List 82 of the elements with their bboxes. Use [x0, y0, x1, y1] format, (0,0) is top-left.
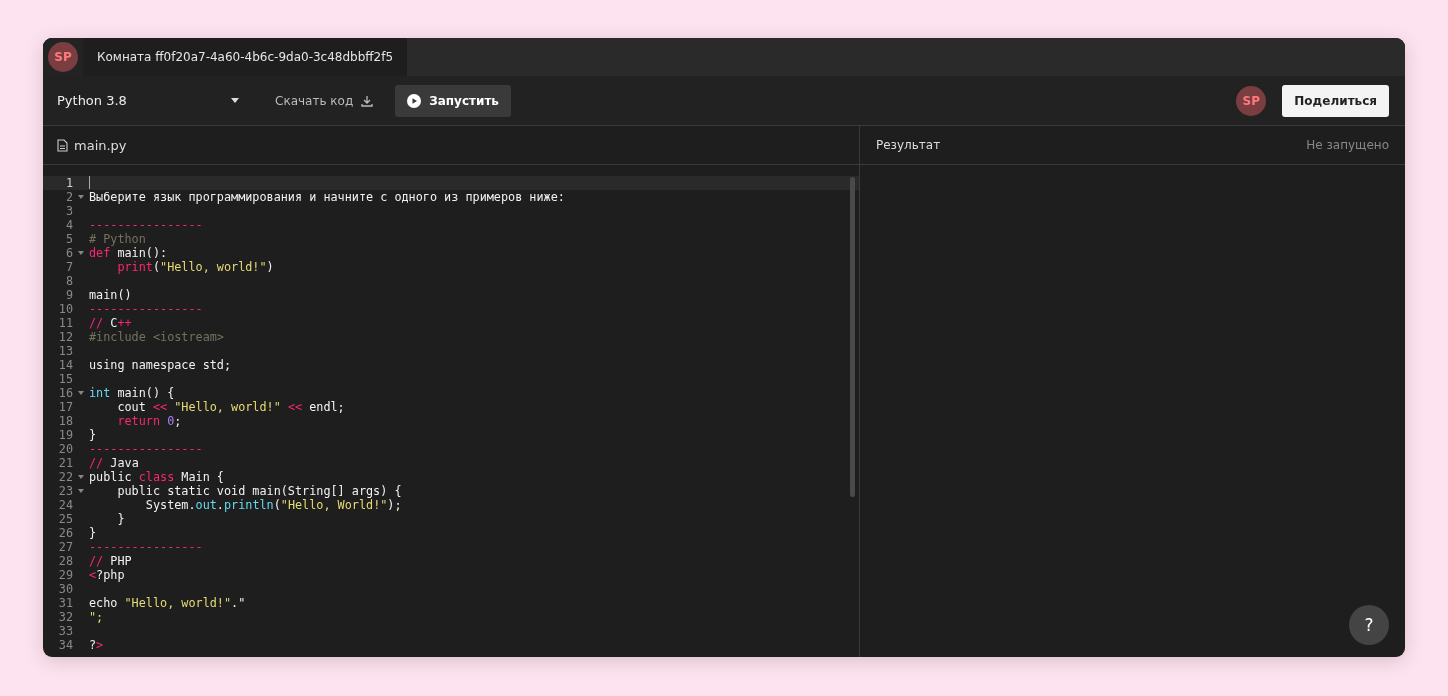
fold-caret-icon[interactable]: [78, 475, 84, 479]
download-icon: [361, 94, 374, 107]
line-number: 27: [57, 540, 73, 554]
code-line: ----------------: [89, 218, 203, 232]
code-line: ?>: [89, 638, 104, 652]
code-line: public static void main(String[] args) {: [116, 484, 402, 498]
run-status: Не запущено: [1306, 138, 1389, 152]
fold-caret-icon[interactable]: [78, 195, 84, 199]
code-line: ----------------: [89, 540, 203, 554]
line-number: 30: [57, 582, 73, 596]
user-avatar: SP: [1236, 85, 1267, 116]
line-number: 28: [57, 554, 73, 568]
line-number: 2: [64, 190, 73, 204]
line-number: 22: [57, 470, 73, 484]
line-number: 15: [57, 372, 73, 386]
line-number: 25: [57, 512, 73, 526]
code-line: using namespace std;: [89, 358, 232, 372]
code-line: Выберите язык программирования и начните с одного из примеров ниже:: [89, 190, 565, 204]
code-line: # Python: [89, 232, 146, 246]
line-number: 7: [64, 260, 73, 274]
line-number: 26: [57, 526, 73, 540]
line-number: 9: [64, 288, 73, 302]
download-button[interactable]: Скачать код: [269, 92, 380, 109]
code-line: }: [89, 428, 97, 442]
play-icon: [407, 93, 422, 108]
run-button[interactable]: Запустить: [395, 84, 511, 117]
help-button[interactable]: ?: [1349, 605, 1389, 645]
file-icon: [57, 138, 68, 152]
scrollbar[interactable]: [850, 177, 855, 497]
code-line: ";: [89, 610, 104, 624]
panel-title: Результат: [876, 138, 941, 152]
language-dropdown[interactable]: Python 3.8: [57, 93, 239, 108]
code-line: main(): [89, 288, 132, 302]
fold-caret-icon[interactable]: [78, 251, 84, 255]
line-number: 10: [57, 302, 73, 316]
line-number: 21: [57, 456, 73, 470]
fold-caret-icon[interactable]: [78, 489, 84, 493]
code-line: ----------------: [89, 442, 203, 456]
line-number: 19: [57, 428, 73, 442]
room-tab[interactable]: Комната ff0f20a7-4a60-4b6c-9da0-3c48dbbff2f5: [83, 38, 408, 76]
code-line: return 0;: [116, 414, 182, 428]
file-name[interactable]: main.py: [74, 137, 127, 153]
line-number: 20: [57, 442, 73, 456]
code-line: ----------------: [89, 302, 203, 316]
line-number: 11: [57, 316, 73, 330]
line-number: 14: [57, 358, 73, 372]
line-number: 13: [57, 344, 73, 358]
line-number: 17: [57, 400, 73, 414]
code-line: }: [116, 512, 125, 526]
line-number: 6: [64, 246, 73, 260]
code-line: // Java: [89, 456, 139, 470]
line-number: 12: [57, 330, 73, 344]
share-button[interactable]: Поделиться: [1282, 84, 1389, 117]
code-line: }: [89, 526, 97, 540]
caret-icon: [231, 98, 239, 103]
line-number: 24: [57, 498, 73, 512]
line-number: 4: [64, 218, 73, 232]
line-number: 33: [57, 624, 73, 638]
code-line: public class Main {: [89, 470, 224, 484]
line-number: 5: [64, 232, 73, 246]
code-line: cout << "Hello, world!" << endl;: [116, 400, 345, 414]
code-line: <?php: [89, 568, 125, 582]
line-number: 16: [57, 386, 73, 400]
line-number: 8: [64, 274, 73, 288]
line-number: 29: [57, 568, 73, 582]
text-cursor: [89, 176, 90, 189]
user-avatar: SP: [48, 42, 78, 72]
code-line: // PHP: [89, 554, 132, 568]
fold-caret-icon[interactable]: [78, 391, 84, 395]
code-line: def main():: [89, 246, 168, 260]
line-number: 34: [57, 638, 73, 652]
code-line: #include <iostream>: [89, 330, 224, 344]
code-line: int main() {: [89, 386, 175, 400]
line-number: 31: [57, 596, 73, 610]
code-line: System.out.println("Hello, World!");: [144, 498, 402, 512]
line-number: 23: [57, 484, 73, 498]
line-number: 32: [57, 610, 73, 624]
line-number: 3: [64, 204, 73, 218]
code-line: echo "Hello, world!".": [89, 596, 246, 610]
code-line: print("Hello, world!"): [116, 260, 274, 274]
code-line: // C++: [89, 316, 132, 330]
line-number: 18: [57, 414, 73, 428]
